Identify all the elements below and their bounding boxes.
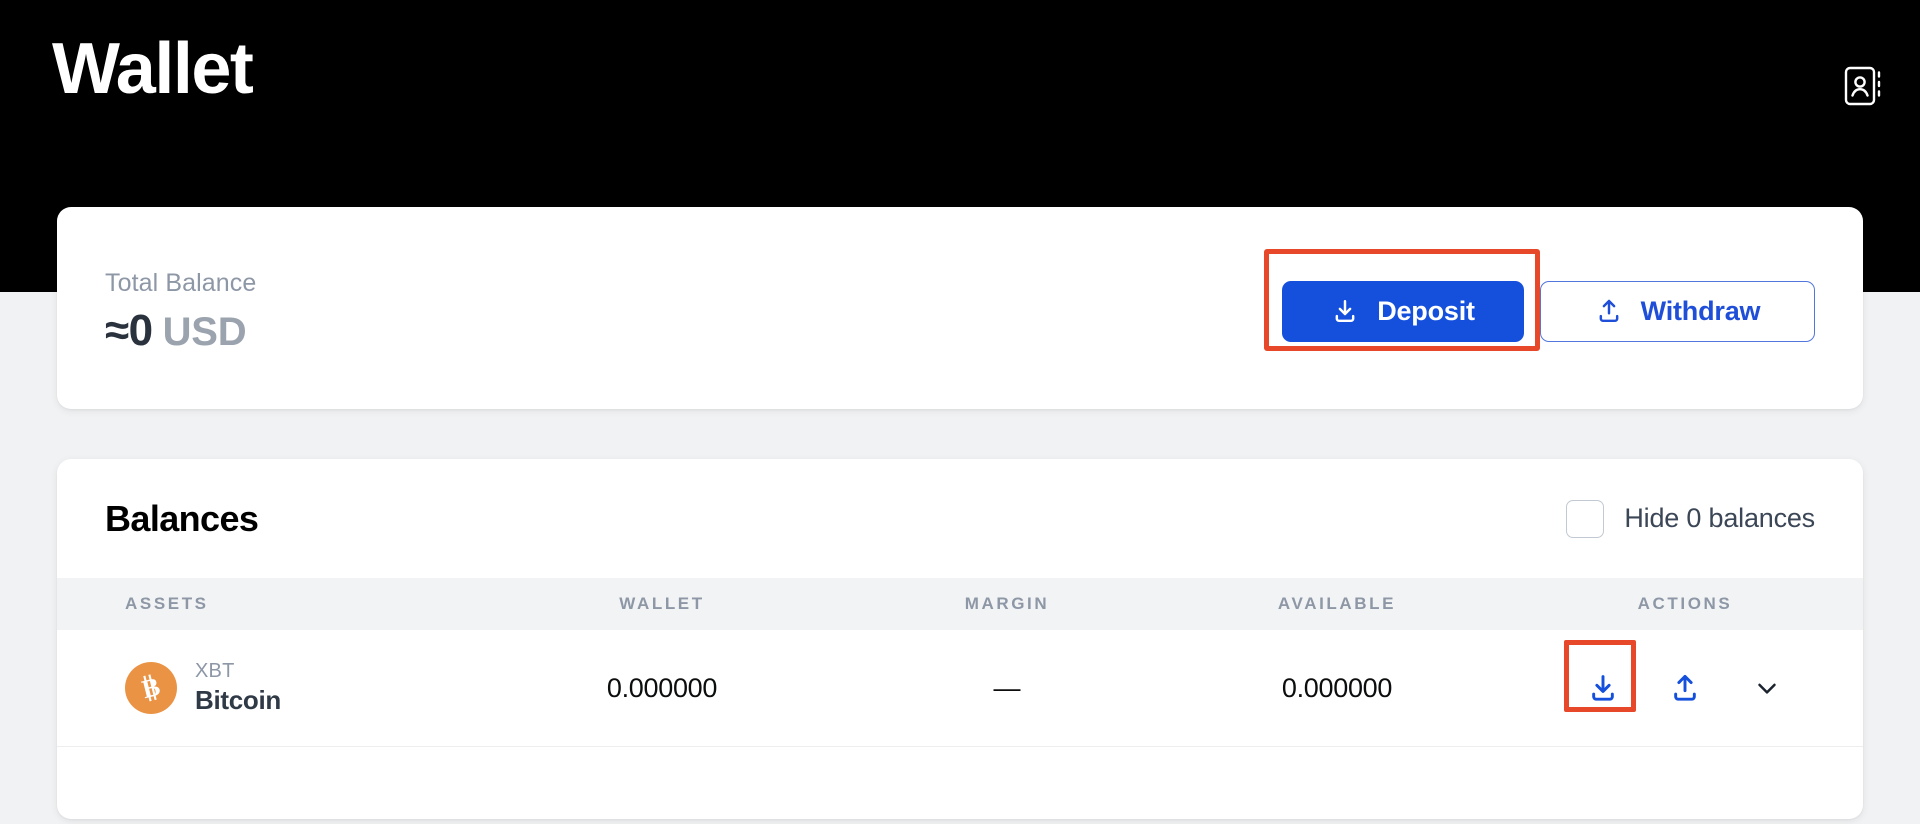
total-balance-amount: ≈0	[105, 305, 153, 355]
address-book-glyph	[1844, 66, 1881, 106]
asset-symbol: XBT	[195, 660, 235, 683]
withdraw-button[interactable]: Withdraw	[1540, 280, 1815, 342]
balances-header: Balances Hide 0 balances	[57, 459, 1863, 578]
deposit-button-label: Deposit	[1377, 295, 1475, 326]
balances-table-header: ASSETS WALLET MARGIN AVAILABLE ACTIONS	[57, 578, 1863, 630]
download-tray-icon	[1335, 299, 1355, 323]
bitcoin-glyph: B	[139, 672, 163, 704]
total-balance-card: Total Balance ≈0 USD Deposit Withdraw	[57, 207, 1863, 409]
address-book-icon[interactable]	[1836, 58, 1892, 114]
asset-cell: B XBT Bitcoin	[57, 659, 477, 716]
row-actions	[1507, 640, 1863, 712]
deposit-button[interactable]: Deposit	[1282, 280, 1524, 342]
asset-name: Bitcoin	[195, 685, 282, 716]
hide-zero-balances-toggle[interactable]: Hide 0 balances	[1566, 499, 1815, 538]
row-expand-chevron-icon[interactable]	[1745, 666, 1789, 710]
page-title: Wallet	[52, 29, 254, 109]
total-balance-group: Total Balance ≈0 USD	[105, 261, 256, 356]
upload-tray-glyph	[1674, 674, 1696, 701]
asset-text: XBT Bitcoin	[195, 659, 281, 716]
table-row[interactable]: B XBT Bitcoin 0.000000 — 0.000000	[57, 630, 1863, 747]
total-balance-label: Total Balance	[105, 268, 257, 297]
cell-margin: —	[993, 672, 1021, 703]
wallet-page: Wallet Total Balance ≈0 USD Deposit With…	[0, 0, 1920, 824]
balances-title: Balances	[105, 497, 259, 539]
total-balance-currency: USD	[162, 309, 247, 354]
column-header-wallet: WALLET	[619, 594, 705, 613]
total-balance-value-group: ≈0 USD	[105, 306, 256, 356]
chevron-down-glyph	[1758, 683, 1776, 694]
bitcoin-icon: B	[125, 662, 177, 714]
column-header-assets: ASSETS	[125, 594, 209, 613]
cell-wallet: 0.000000	[606, 672, 718, 703]
hide-zero-balances-checkbox[interactable]	[1566, 499, 1605, 538]
column-header-available: AVAILABLE	[1277, 594, 1397, 613]
balances-card: Balances Hide 0 balances ASSETS WALLET M…	[57, 459, 1863, 819]
hide-zero-balances-label: Hide 0 balances	[1624, 503, 1815, 533]
cell-available: 0.000000	[1281, 672, 1393, 703]
balance-actions: Deposit Withdraw	[1264, 248, 1815, 351]
upload-tray-icon	[1599, 299, 1619, 323]
row-deposit-icon[interactable]	[1581, 666, 1625, 710]
row-withdraw-icon[interactable]	[1663, 666, 1707, 710]
column-header-margin: MARGIN	[964, 594, 1050, 613]
withdraw-button-label: Withdraw	[1640, 295, 1761, 326]
column-header-actions: ACTIONS	[1637, 594, 1733, 613]
download-tray-glyph	[1592, 675, 1614, 701]
